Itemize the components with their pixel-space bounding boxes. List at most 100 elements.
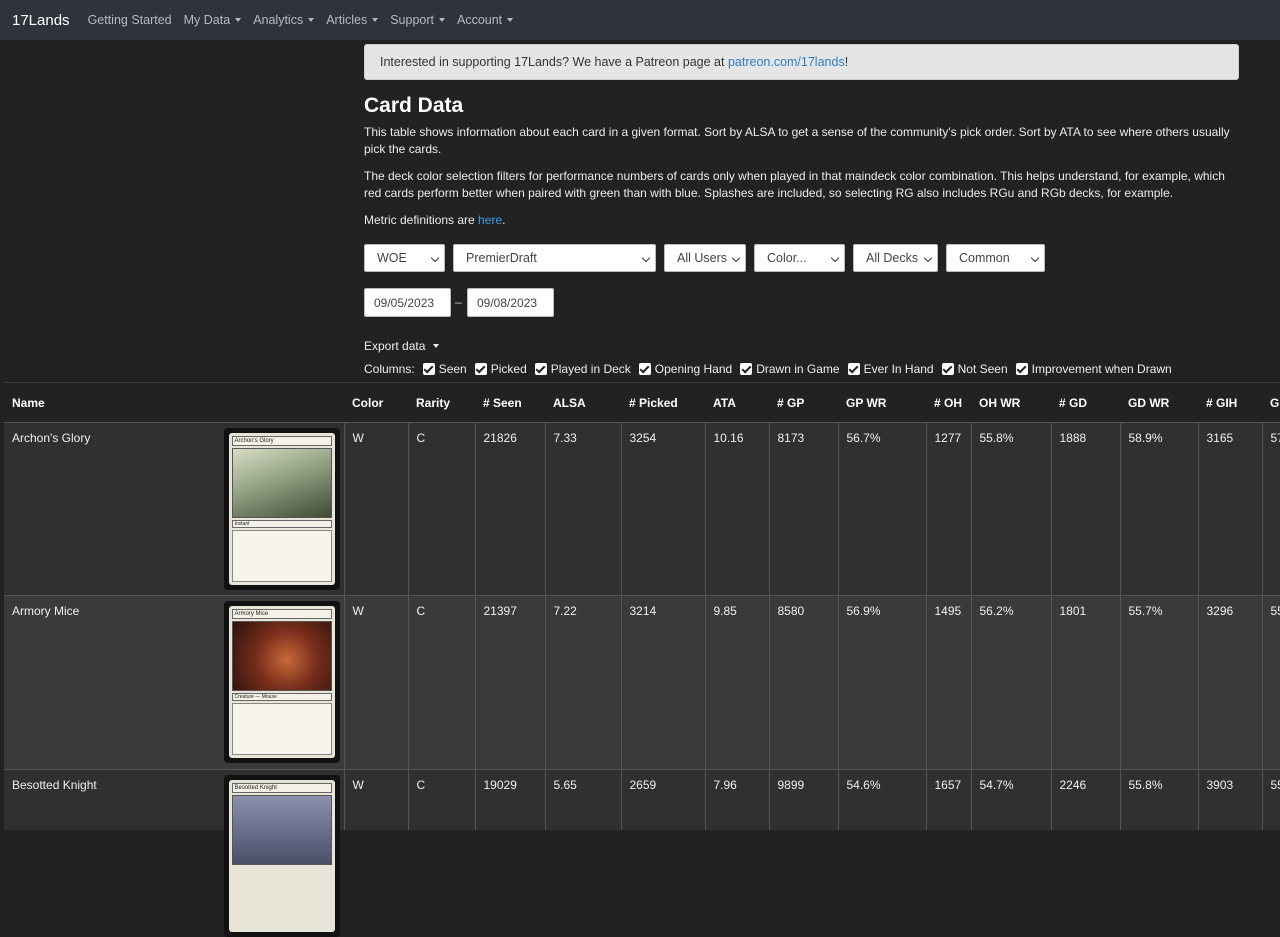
card-name[interactable]: Besotted Knight [12,778,97,792]
header-color[interactable]: Color [344,382,408,423]
decks-select[interactable]: All Decks [853,244,938,272]
select-value: PremierDraft [466,251,537,265]
rarity-select[interactable]: Common [946,244,1045,272]
description-paragraph-2: The deck color selection filters for per… [364,169,1225,200]
export-label: Export data [364,339,426,353]
select-value: Color... [767,251,807,265]
header-ata[interactable]: ATA [705,382,769,423]
nav-label: Support [390,13,434,27]
card-art [231,621,332,691]
top-navbar: 17Lands Getting Started My Data Analytic… [0,0,1280,40]
nav-articles[interactable]: Articles [326,13,379,27]
toggle-drawn-in-game[interactable]: Drawn in Game [740,362,840,376]
patreon-link[interactable]: patreon.com/17lands [728,55,845,69]
end-date-input[interactable]: 09/08/2023 [467,288,554,317]
table-header-row: Name Color Rarity # Seen ALSA # Picked A… [4,382,1280,423]
toggle-label: Drawn in Game [756,362,840,376]
header-picked[interactable]: # Picked [621,382,705,423]
checkbox-checked-icon[interactable] [638,363,651,375]
rarity-cell: C [407,422,475,596]
metric-definitions-link[interactable]: here [478,213,502,227]
ata-cell: 9.85 [704,595,769,770]
header-gih[interactable]: # GIH [1198,382,1262,423]
checkbox-checked-icon[interactable] [847,363,860,375]
nav-label: Account [456,13,503,27]
chevron-down-icon [830,253,840,263]
nav-label: Getting Started [87,13,172,27]
chevron-down-icon [923,253,933,263]
toggle-seen[interactable]: Seen [422,362,467,376]
card-image: Besotted Knight [223,775,340,937]
chevron-down-icon [1030,253,1040,263]
gp-cell: 8580 [768,595,838,770]
start-date-input[interactable]: 09/05/2023 [364,288,451,317]
color-cell: W [343,595,408,770]
deck-color-select[interactable]: Color... [754,244,845,272]
header-oh[interactable]: # OH [926,382,971,423]
card-image-type: Instant [231,520,332,528]
chevron-down-icon [731,253,741,263]
header-gd-wr[interactable]: GD WR [1120,382,1198,423]
checkbox-checked-icon[interactable] [941,363,954,375]
oh-cell: 1495 [925,595,971,770]
gih-cell: 3165 [1197,422,1262,596]
nav-label: Analytics [253,13,304,27]
toggle-picked[interactable]: Picked [474,362,527,376]
header-gp[interactable]: # GP [769,382,838,423]
nav-analytics[interactable]: Analytics [253,13,315,27]
color-cell: W [343,422,408,596]
checkbox-checked-icon[interactable] [534,363,547,375]
brand-logo[interactable]: 17Lands [12,12,70,29]
name-cell: Armory Mice Armory Mice Creature — Mouse [4,595,344,770]
ata-cell: 10.16 [704,422,769,596]
header-alsa[interactable]: ALSA [545,382,621,423]
checkbox-checked-icon[interactable] [740,363,753,375]
nav-support[interactable]: Support [390,13,445,27]
export-data-dropdown[interactable]: Export data [364,339,440,353]
format-select[interactable]: PremierDraft [453,244,656,272]
header-gd[interactable]: # GD [1051,382,1120,423]
card-data-table: Name Color Rarity # Seen ALSA # Picked A… [4,382,1280,937]
card-frame: Armory Mice Creature — Mouse [228,606,335,758]
picked-cell: 3214 [620,595,705,770]
card-name[interactable]: Archon's Glory [12,431,90,445]
header-seen[interactable]: # Seen [475,382,545,423]
toggle-label: Ever In Hand [863,362,934,376]
toggle-not-seen[interactable]: Not Seen [941,362,1008,376]
gd-cell: 1888 [1050,422,1120,596]
checkbox-checked-icon[interactable] [1015,363,1028,375]
toggle-played-in-deck[interactable]: Played in Deck [534,362,631,376]
description-paragraph-1: This table shows information about each … [364,125,1230,156]
checkbox-checked-icon[interactable] [474,363,487,375]
nav-my-data[interactable]: My Data [184,13,242,27]
card-image-type: Creature — Mouse [231,693,332,701]
header-oh-wr[interactable]: OH WR [971,382,1051,423]
columns-label: Columns: [364,362,415,376]
toggle-opening-hand[interactable]: Opening Hand [638,362,732,376]
header-gi-truncated[interactable]: GI [1262,382,1280,423]
toggle-ever-in-hand[interactable]: Ever In Hand [847,362,934,376]
nav-getting-started[interactable]: Getting Started [88,13,172,27]
oh-wr-cell: 55.8% [970,422,1051,596]
set-select[interactable]: WOE [364,244,445,272]
header-gp-wr[interactable]: GP WR [838,382,926,423]
select-value: Common [959,251,1010,265]
header-rarity[interactable]: Rarity [408,382,475,423]
toggle-improvement-when-drawn[interactable]: Improvement when Drawn [1015,362,1172,376]
users-select[interactable]: All Users [664,244,746,272]
gp-cell: 8173 [768,422,838,596]
caret-down-icon [235,18,242,22]
nav-account[interactable]: Account [456,13,514,27]
header-name[interactable]: Name [4,382,344,423]
gd-cell: 1801 [1050,595,1120,770]
main-content: Interested in supporting 17Lands? We hav… [364,44,1239,229]
alert-text: Interested in supporting 17Lands? We hav… [380,55,725,69]
table-row: Archon's Glory Archon's Glory Instant W … [4,422,1280,596]
card-name[interactable]: Armory Mice [12,604,79,618]
alert-suffix: ! [844,55,849,69]
table-row: Armory Mice Armory Mice Creature — Mouse… [4,595,1280,770]
card-text-box [231,530,332,582]
card-image-title: Besotted Knight [231,783,332,793]
checkbox-checked-icon[interactable] [422,363,435,375]
caret-down-icon [308,18,315,22]
